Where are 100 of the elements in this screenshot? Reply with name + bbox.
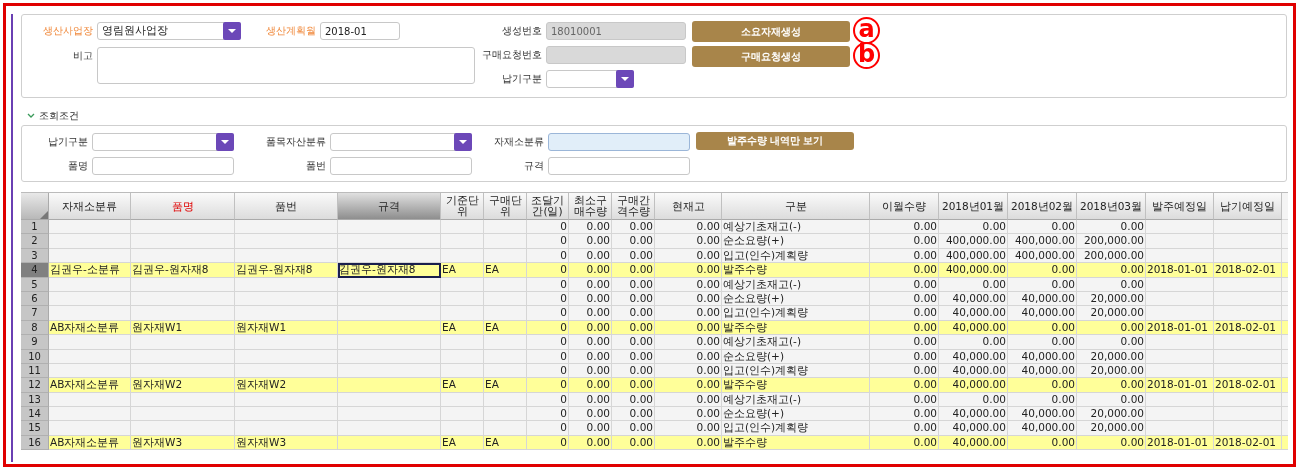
table-cell: 0.00 [569, 220, 612, 235]
table-cell: 0.00 [1077, 263, 1146, 278]
table-cell: 0.00 [939, 335, 1008, 350]
row-number[interactable]: 12 [21, 378, 49, 393]
table-cell: 0.00 [655, 407, 722, 422]
table-cell: 20,000.00 [1077, 407, 1146, 422]
field-label: 생성번호 [501, 24, 543, 38]
table-cell: 40,000.00 [1008, 407, 1077, 422]
field-label: 구매요청번호 [481, 48, 543, 62]
row-number[interactable]: 1 [21, 220, 49, 235]
select-field[interactable] [546, 70, 634, 88]
grid-corner[interactable] [21, 193, 49, 220]
table-cell: 40,000.00 [939, 421, 1008, 436]
table-cell: 40,000.00 [939, 306, 1008, 321]
column-header[interactable]: 2018년03월 [1077, 193, 1146, 220]
column-header[interactable]: 최소구매수량 [569, 193, 612, 220]
input-field[interactable] [330, 157, 472, 175]
table-cell: 40,000.00 [1008, 306, 1077, 321]
table-cell: 발주수량 [722, 263, 870, 278]
table-cell: 0.00 [870, 306, 939, 321]
table-cell: 김권우-원자재8 [235, 263, 338, 278]
select-field[interactable]: 영림원사업장 [97, 22, 241, 40]
table-cell: 2018-02-01 [1214, 378, 1282, 393]
input-field[interactable] [548, 133, 690, 151]
table-cell: 0.00 [655, 306, 722, 321]
table-cell: 40,000.00 [939, 378, 1008, 393]
column-header[interactable]: 2018년01월 [939, 193, 1008, 220]
column-header[interactable]: 구매단위 [484, 193, 527, 220]
caret-icon[interactable] [616, 70, 634, 88]
column-header[interactable]: 구매간격수량 [612, 193, 655, 220]
select-field[interactable] [330, 133, 472, 151]
column-header[interactable]: 품번 [235, 193, 338, 220]
column-header[interactable]: 구분 [722, 193, 870, 220]
table-cell: EA [441, 378, 484, 393]
field-label: 비고 [72, 49, 94, 63]
table-cell: 20,000.00 [1077, 306, 1146, 321]
table-cell: 0.00 [655, 335, 722, 350]
caret-icon[interactable] [454, 133, 472, 151]
row-number[interactable]: 15 [21, 421, 49, 436]
field-label: 품번 [305, 159, 327, 173]
table-cell: EA [441, 263, 484, 278]
table-cell: 0 [527, 335, 569, 350]
table-cell: AB자재소분류 [49, 378, 131, 393]
select-field[interactable] [92, 133, 234, 151]
table-cell: 순소요량(+) [722, 234, 870, 249]
input-field[interactable] [548, 157, 690, 175]
row-number[interactable]: 9 [21, 335, 49, 350]
table-cell: 0.00 [569, 335, 612, 350]
table-cell: 0.00 [655, 421, 722, 436]
field-label: 자재소분류 [493, 135, 545, 149]
column-header[interactable]: 규격 [338, 193, 441, 220]
column-header[interactable]: 품명 [131, 193, 235, 220]
column-header[interactable]: 2018년02월 [1008, 193, 1077, 220]
column-header[interactable]: 발주예정일 [1146, 193, 1214, 220]
column-header[interactable]: 조달기간(일) [527, 193, 569, 220]
table-cell: 2018-01-01 [1146, 263, 1214, 278]
table-cell: 0.00 [569, 306, 612, 321]
input-field[interactable]: 2018-01 [320, 22, 400, 40]
table-cell: 0.00 [569, 234, 612, 249]
column-header[interactable]: 자재소분류 [49, 193, 131, 220]
chevron-icon[interactable] [27, 113, 35, 119]
row-number[interactable]: 4 [21, 263, 49, 278]
table-cell: 0.00 [870, 234, 939, 249]
table-cell: 0.00 [1008, 263, 1077, 278]
table-cell: 200,000.00 [1077, 234, 1146, 249]
column-header[interactable]: 현재고 [655, 193, 722, 220]
table-cell: 0.00 [612, 306, 655, 321]
table-cell: 0.00 [1077, 335, 1146, 350]
table-cell: 0.00 [870, 421, 939, 436]
field-label: 생산계획월 [265, 24, 317, 38]
table-cell: 0 [527, 234, 569, 249]
caret-icon[interactable] [223, 22, 241, 40]
table-cell: 40,000.00 [939, 407, 1008, 422]
table-cell: EA [484, 378, 527, 393]
field-label: 납기구분 [501, 72, 543, 86]
table-cell: 400,000.00 [1008, 234, 1077, 249]
column-header[interactable]: 이월수량 [870, 193, 939, 220]
column-header[interactable]: 기준단위 [441, 193, 484, 220]
caret-icon[interactable] [216, 133, 234, 151]
table-cell: 예상기초재고(-) [722, 220, 870, 235]
table-cell: 0.00 [612, 234, 655, 249]
table-cell: 0.00 [1008, 378, 1077, 393]
table-cell: 0.00 [655, 378, 722, 393]
field-label: 납기구분 [47, 135, 89, 149]
input-field[interactable] [92, 157, 234, 175]
table-cell: 40,000.00 [1008, 421, 1077, 436]
row-number[interactable]: 7 [21, 306, 49, 321]
row-number[interactable]: 14 [21, 407, 49, 422]
table-cell: 0.00 [870, 263, 939, 278]
table-cell: 0.00 [569, 263, 612, 278]
table-cell: 0.00 [612, 407, 655, 422]
table-cell: 0.00 [1077, 378, 1146, 393]
table-cell: 0.00 [612, 220, 655, 235]
row-number[interactable]: 2 [21, 234, 49, 249]
column-header[interactable]: 납기예정일 [1214, 193, 1282, 220]
table-cell: 0.00 [612, 378, 655, 393]
annotation-marker: a [853, 17, 880, 44]
table-cell: 0.00 [870, 220, 939, 235]
table-cell: 0.00 [612, 263, 655, 278]
table-cell: 순소요량(+) [722, 407, 870, 422]
